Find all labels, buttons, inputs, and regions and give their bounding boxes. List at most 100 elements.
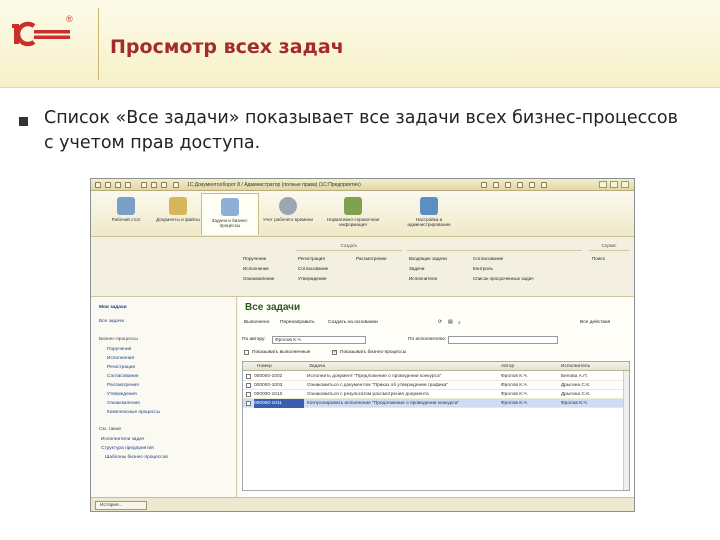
maximize-button[interactable] (610, 181, 618, 188)
sidebar-item-all-tasks[interactable]: Все задачи (99, 319, 124, 324)
action-item[interactable]: Согласование (298, 264, 328, 274)
sidebar-item-my-tasks[interactable]: Мои задачи (99, 305, 127, 310)
back-icon[interactable] (105, 182, 111, 188)
refresh-icon[interactable]: ⟳ (438, 320, 442, 325)
sidebar-process-item[interactable]: Комплексные процессы (107, 410, 160, 415)
table-header: Номер Задача Автор Исполнитель (243, 362, 629, 371)
author-filter-label: По автору: (242, 337, 266, 342)
books-icon (344, 197, 362, 215)
help-icon[interactable] (173, 182, 179, 188)
action-item[interactable]: Исполнители (409, 274, 447, 284)
sidebar-process-item[interactable]: Рассмотрения (107, 383, 139, 388)
sidebar-process-item[interactable]: Согласования (107, 374, 138, 379)
action-item[interactable]: Контроль (473, 264, 534, 274)
window-titlebar: 1С:Документооборот 8 / Администратор (по… (91, 179, 634, 191)
row-checkbox[interactable] (246, 392, 251, 397)
section-time-tracking[interactable]: Учет рабочего времени (259, 193, 317, 235)
action-group-lists: Входящие задачи Задачи Исполнители Согла… (407, 243, 582, 293)
row-checkbox[interactable] (246, 374, 251, 379)
column-performer[interactable]: Исполнитель (561, 362, 590, 371)
close-button[interactable] (621, 181, 629, 188)
content-title: Все задачи (245, 302, 301, 313)
column-number[interactable]: Номер (257, 362, 272, 371)
section-reference-info[interactable]: Нормативно-справочная информация (317, 193, 389, 235)
sidebar-process-item[interactable]: Исполнения (107, 356, 134, 361)
table-row-selected[interactable]: 000000-1011 Контролировать исполнение "П… (243, 399, 629, 408)
status-bar: История... (91, 497, 634, 511)
performer-filter-label: По исполнителю: (408, 337, 447, 342)
sidebar-process-item[interactable]: Ознакомления (107, 401, 140, 406)
registered-mark: ® (66, 14, 73, 24)
table-row[interactable]: 000000-1002 Исполнить документ "Предложе… (243, 372, 629, 381)
app-menu-icon[interactable] (95, 182, 101, 188)
sidebar-see-also-head: См. также (99, 427, 122, 432)
action-item[interactable]: Поиск (592, 254, 605, 264)
sidebar-process-item[interactable]: Регистрации (107, 365, 135, 370)
action-item[interactable]: Согласование (473, 254, 534, 264)
show-completed-label: Показывать выполненные (252, 350, 311, 355)
done-button[interactable]: Выполнено (244, 320, 269, 325)
author-filter-input[interactable]: Фролов К.Ч. (272, 336, 366, 344)
row-performer: Фролов К.Ч. (561, 401, 588, 406)
forward-button[interactable]: Перенаправить (280, 320, 315, 325)
search-icon[interactable]: ⌕ (458, 320, 461, 326)
table-scrollbar[interactable] (623, 371, 629, 490)
create-based-on-button[interactable]: Создать на основании (328, 320, 378, 325)
calendar-icon[interactable] (505, 182, 511, 188)
clock-icon (279, 197, 297, 215)
action-item[interactable]: Исполнение (243, 264, 274, 274)
info-icon[interactable] (541, 182, 547, 188)
tasks-icon (221, 198, 239, 216)
row-task: Контролировать исполнение "Предложение о… (307, 401, 460, 406)
action-item[interactable]: Рассмотрение (356, 254, 387, 264)
sidebar-see-also-item[interactable]: Шаблоны бизнес-процессов (105, 455, 168, 460)
row-number: 000000-1002 (254, 374, 283, 379)
sidebar-process-item[interactable]: Поручения (107, 347, 131, 352)
row-task: Исполнить документ "Предложение о провед… (307, 374, 442, 379)
action-item[interactable]: Регистрация (298, 254, 328, 264)
forward-icon[interactable] (115, 182, 121, 188)
history-button[interactable]: История... (95, 501, 147, 510)
section-documents[interactable]: Документы и файлы (149, 193, 207, 235)
action-item[interactable]: Список просроченных задач (473, 274, 534, 284)
minimize-button[interactable] (599, 181, 607, 188)
section-desktop[interactable]: Рабочий стол (97, 193, 155, 235)
print-icon[interactable]: ▤ (448, 320, 453, 325)
table-row[interactable]: 000000-1010 Ознакомиться с результатом р… (243, 390, 629, 399)
zoom-out-icon[interactable] (529, 182, 535, 188)
action-item[interactable]: Утверждение (298, 274, 328, 284)
app-window: 1С:Документооборот 8 / Администратор (по… (90, 178, 635, 512)
calculator-icon[interactable] (493, 182, 499, 188)
slide-header: ® Просмотр всех задач (0, 0, 720, 88)
section-admin[interactable]: Настройка и администрирование (395, 193, 463, 235)
row-checkbox[interactable] (246, 401, 251, 406)
sidebar-process-item[interactable]: Утверждения (107, 392, 137, 397)
desk-icon (117, 197, 135, 215)
column-task[interactable]: Задача (309, 362, 325, 371)
performer-filter-input[interactable] (448, 336, 558, 344)
all-actions-button[interactable]: Все действия (580, 320, 610, 325)
zoom-in-icon[interactable] (517, 182, 523, 188)
home-icon[interactable] (125, 182, 131, 188)
header-divider (98, 8, 99, 80)
action-item[interactable]: Входящие задачи (409, 254, 447, 264)
sidebar-see-also-item[interactable]: Исполнители задач (101, 437, 144, 442)
save-icon[interactable] (141, 182, 147, 188)
show-completed-checkbox[interactable] (244, 350, 249, 355)
action-item[interactable]: Ознакомление (243, 274, 274, 284)
table-row[interactable]: 000000-1003 Ознакомиться с документом "П… (243, 381, 629, 390)
print-icon[interactable] (151, 182, 157, 188)
action-item[interactable]: Задачи (409, 264, 447, 274)
action-item[interactable]: Поручение (243, 254, 274, 264)
show-bp-label: Показывать бизнес-процессы (340, 350, 407, 355)
sidebar-see-also-item[interactable]: Структура предприятия (101, 446, 154, 451)
content-area: Все задачи Выполнено Перенаправить Созда… (238, 297, 634, 497)
content-toolbar: Выполнено Перенаправить Создать на основ… (242, 319, 630, 331)
favorites-icon[interactable] (481, 182, 487, 188)
show-bp-checkbox[interactable] (332, 349, 337, 355)
copy-icon[interactable] (161, 182, 167, 188)
row-task: Ознакомиться с документом "Приказ об утв… (307, 383, 449, 388)
row-checkbox[interactable] (246, 383, 251, 388)
section-tasks[interactable]: Задачи и бизнес-процессы (201, 193, 259, 235)
column-author[interactable]: Автор (501, 362, 514, 371)
